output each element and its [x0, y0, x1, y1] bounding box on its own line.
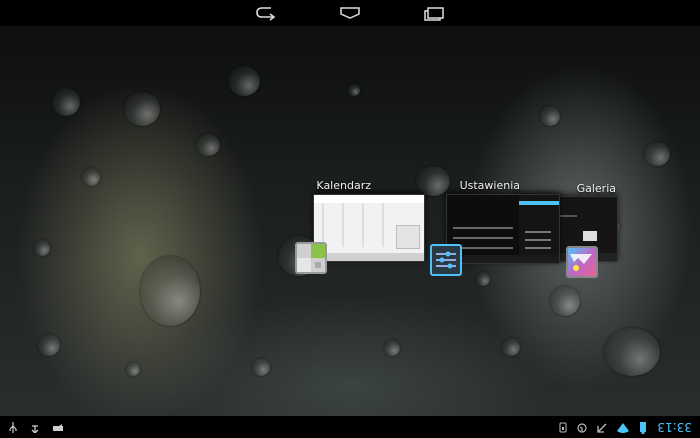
status-bar[interactable]: 33:13: [0, 416, 700, 438]
water-drop: [604, 328, 660, 376]
usb-icon: [8, 421, 18, 434]
water-drop: [196, 134, 220, 156]
water-drop: [644, 142, 670, 166]
calendar-title: Kalendarz: [316, 179, 371, 192]
water-drop: [228, 66, 260, 96]
calendar-thumbnail[interactable]: [313, 194, 425, 262]
back-icon: [255, 4, 277, 23]
water-drop: [252, 358, 270, 376]
gallery-title: Galeria: [576, 182, 616, 195]
water-drop: [82, 168, 100, 186]
navigation-bar: [0, 0, 700, 26]
wifi-icon: [617, 421, 630, 433]
signal-icon: [597, 421, 607, 433]
status-bar-left: 33:13: [559, 420, 692, 434]
settings-icon: [430, 244, 462, 276]
settings-thumbnail[interactable]: [446, 194, 560, 264]
status-bar-right: [8, 421, 64, 435]
gallery-icon: [566, 246, 598, 278]
water-drop: [140, 256, 200, 326]
settings-title: Ustawienia: [459, 179, 520, 192]
water-drop: [384, 340, 400, 356]
water-drop: [550, 286, 580, 316]
water-drop: [540, 106, 560, 126]
water-drop: [124, 92, 160, 126]
water-drop: [52, 88, 80, 116]
water-drop: [502, 338, 520, 356]
water-drop: [348, 84, 360, 96]
recent-apps-button[interactable]: [412, 2, 456, 24]
water-drop: [416, 166, 450, 196]
home-button[interactable]: [328, 2, 372, 24]
status-clock: 33:13: [657, 420, 692, 434]
water-drop: [126, 362, 140, 376]
sd-card-icon: [559, 421, 567, 434]
battery-icon: [639, 420, 647, 434]
keyboard-icon: [52, 422, 64, 433]
debug-icon: [30, 421, 40, 435]
back-button[interactable]: [244, 2, 288, 24]
water-drop: [34, 240, 50, 256]
device-screen: 33:13 Galeria Ustawienia Kalendarz: [0, 0, 700, 438]
water-drop: [476, 272, 490, 286]
water-drop: [38, 334, 60, 356]
home-icon: [339, 4, 361, 23]
calendar-icon: [295, 242, 327, 274]
sync-icon: [577, 421, 588, 433]
recent-apps-icon: [424, 4, 444, 23]
